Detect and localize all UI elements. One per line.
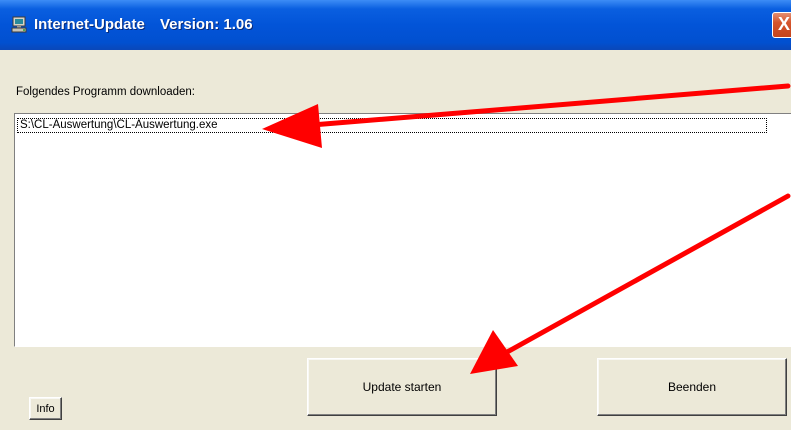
window-title: Internet-Update	[34, 16, 145, 33]
info-button[interactable]: Info	[29, 397, 62, 420]
update-start-button[interactable]: Update starten	[307, 358, 497, 416]
list-item[interactable]: S:\CL-Auswertung\CL-Auswertung.exe	[17, 118, 767, 133]
download-label: Folgendes Programm downloaden:	[16, 86, 195, 98]
exit-button[interactable]: Beenden	[597, 358, 787, 416]
close-button[interactable]: X	[772, 12, 791, 38]
close-icon: X	[778, 14, 791, 34]
program-listbox[interactable]: S:\CL-Auswertung\CL-Auswertung.exe	[14, 113, 791, 347]
internet-update-window: Internet-Update Version: 1.06 X Folgende…	[0, 0, 791, 430]
network-computer-icon	[10, 16, 28, 34]
title-bar[interactable]: Internet-Update Version: 1.06 X	[0, 0, 791, 50]
version-label: Version: 1.06	[160, 16, 253, 33]
